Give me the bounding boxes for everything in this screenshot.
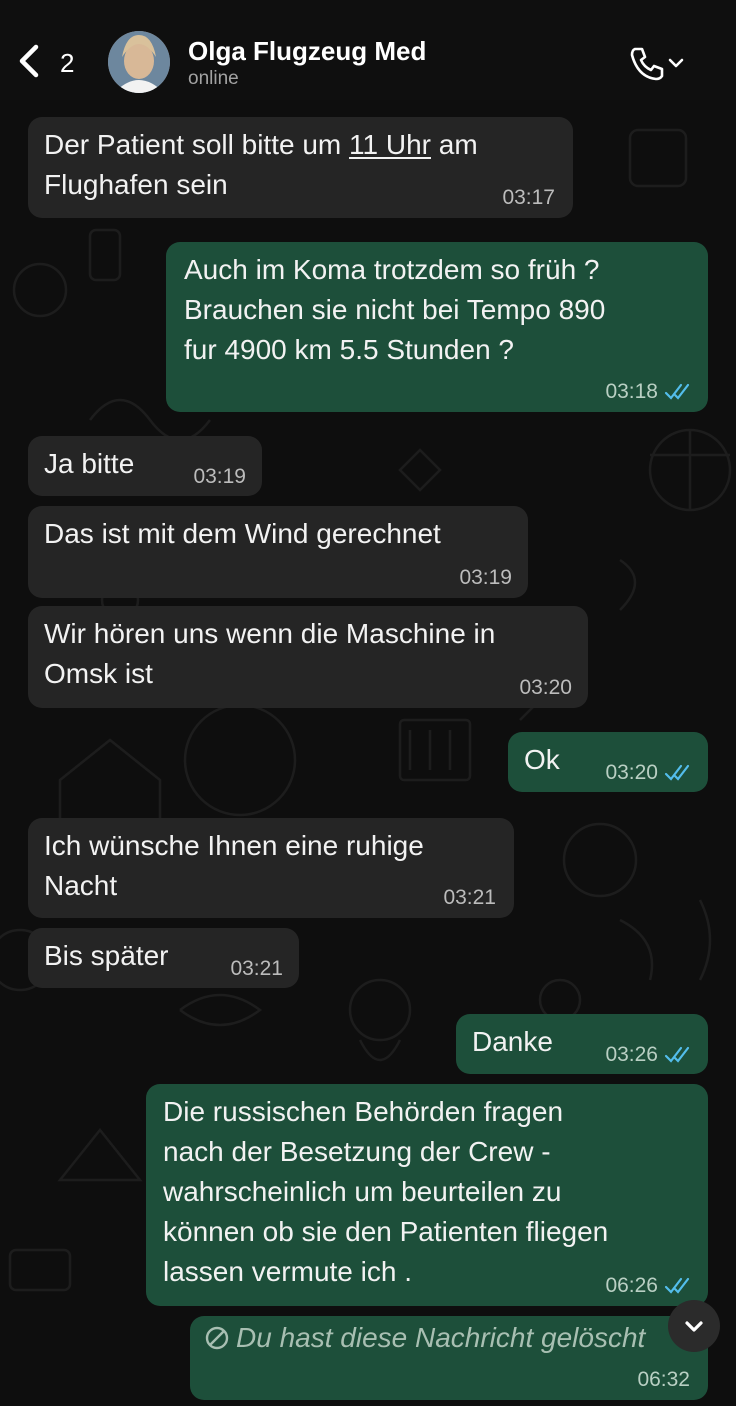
message-bubble-incoming[interactable]: Wir hören uns wenn die Maschine in Omsk … <box>28 606 588 708</box>
message-text: Ok <box>524 744 560 775</box>
message-time: 03:18 <box>605 380 694 404</box>
message-text: Das ist mit dem Wind gerechnet <box>44 518 441 549</box>
ban-icon <box>205 1326 229 1350</box>
message-bubble-incoming[interactable]: Bis später 03:21 <box>28 928 299 988</box>
message-time: 06:26 <box>605 1274 694 1298</box>
message-text: Die russischen Behörden fragen nach der … <box>163 1096 609 1287</box>
message-text: Wir hören uns wenn die Maschine in Omsk … <box>44 618 496 689</box>
message-bubble-outgoing[interactable]: Danke 03:26 <box>456 1014 708 1074</box>
chat-screen: 2 Olga Flugzeug Med online Der Patient s… <box>0 0 736 1406</box>
time-link[interactable]: 11 Uhr <box>349 129 431 160</box>
message-bubble-incoming[interactable]: Ja bitte 03:19 <box>28 436 262 496</box>
phone-icon <box>626 43 666 88</box>
message-time: 06:32 <box>637 1368 690 1391</box>
unread-count: 2 <box>60 47 75 78</box>
double-check-icon <box>664 764 690 781</box>
chevron-down-icon <box>666 53 686 78</box>
message-time: 03:19 <box>459 566 512 589</box>
chevron-left-icon <box>14 41 46 86</box>
double-check-icon <box>664 1046 690 1063</box>
message-bubble-incoming[interactable]: Ich wünsche Ihnen eine ruhige Nacht 03:2… <box>28 818 514 918</box>
message-time: 03:20 <box>519 676 572 699</box>
message-text: Auch im Koma trotzdem so früh ? Brauchen… <box>184 254 606 365</box>
chat-header: 2 Olga Flugzeug Med online <box>0 0 736 100</box>
avatar[interactable] <box>108 31 170 93</box>
deleted-message-bubble[interactable]: Du hast diese Nachricht gelöscht 06:32 <box>190 1316 708 1400</box>
message-text: Ja bitte <box>44 448 135 479</box>
message-bubble-outgoing[interactable]: Auch im Koma trotzdem so früh ? Brauchen… <box>166 242 708 412</box>
message-time: 03:17 <box>502 186 555 209</box>
call-button[interactable] <box>626 44 696 86</box>
double-check-icon <box>664 1277 690 1294</box>
message-text: Ich wünsche Ihnen eine ruhige Nacht <box>44 830 424 901</box>
scroll-to-bottom-button[interactable] <box>668 1300 720 1352</box>
message-bubble-outgoing[interactable]: Die russischen Behörden fragen nach der … <box>146 1084 708 1306</box>
message-text: Danke <box>472 1026 553 1057</box>
double-check-icon <box>664 383 690 400</box>
message-text: Der Patient soll bitte um 11 Uhr am Flug… <box>44 129 478 200</box>
message-time: 03:21 <box>230 957 283 980</box>
contact-status: online <box>188 68 239 89</box>
message-bubble-incoming[interactable]: Das ist mit dem Wind gerechnet 03:19 <box>28 506 528 598</box>
message-time: 03:26 <box>605 1043 694 1067</box>
back-button[interactable]: 2 <box>14 38 94 88</box>
message-time: 03:20 <box>605 761 694 785</box>
message-bubble-outgoing[interactable]: Ok 03:20 <box>508 732 708 792</box>
contact-name[interactable]: Olga Flugzeug Med <box>188 36 426 67</box>
message-text: Bis später <box>44 940 169 971</box>
message-text: Du hast diese Nachricht gelöscht <box>204 1318 645 1358</box>
chevron-down-icon <box>685 1321 703 1332</box>
message-bubble-incoming[interactable]: Der Patient soll bitte um 11 Uhr am Flug… <box>28 117 573 218</box>
message-time: 03:21 <box>443 886 496 909</box>
message-time: 03:19 <box>193 465 246 488</box>
